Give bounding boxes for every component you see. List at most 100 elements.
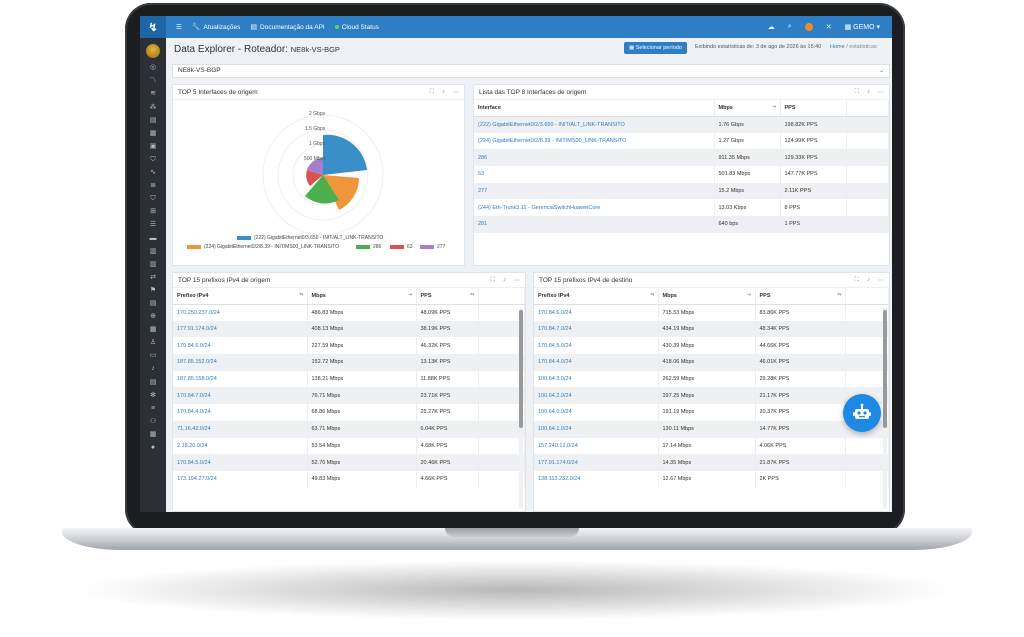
flag-icon[interactable]: ⚑ (148, 287, 158, 296)
column-header[interactable]: Prefixo IPv4 ⇆ (534, 288, 659, 305)
column-header[interactable]: Mbps ➔ (307, 288, 417, 305)
table-row[interactable]: 286 911.35 Mbps 129.33K PPS (474, 149, 889, 167)
avatar[interactable] (146, 44, 160, 58)
table-row[interactable]: 100.64.3.0/24 262.59 Mbps 29.28K PPS (534, 370, 889, 388)
terminal-icon[interactable]: ▣ (148, 143, 158, 152)
table-row[interactable]: 170.84.4.0/24 68.86 Mbps 25.27K PPS (173, 404, 525, 421)
grid-icon[interactable]: ▦ (148, 326, 158, 335)
gear-icon[interactable]: ✻ (148, 392, 158, 401)
cloud-icon[interactable]: ☁ (768, 23, 775, 31)
column-header[interactable]: Interface (474, 100, 715, 117)
bell-icon[interactable]: ♪ (503, 277, 506, 284)
table-row[interactable]: 177.91.174.0/24 14.35 Mbps 21.87K PPS (534, 454, 889, 471)
tools-icon[interactable]: ✕ (826, 23, 832, 31)
table-row[interactable]: 170.84.7.0/24 434.19 Mbps 48.34K PPS (534, 320, 889, 338)
column-header[interactable]: Prefixo IPv4 ⇆ (173, 288, 308, 305)
table-row[interactable]: 63 501.83 Mbps 147.77K PPS (474, 166, 889, 183)
table-row[interactable]: 173.194.27.0/24 49.83 Mbps 4.66K PPS (173, 470, 525, 488)
table-row[interactable]: 187.85.158.0/24 138.21 Mbps 11.88K PPS (173, 370, 525, 388)
table-row[interactable]: 170.84.5.0/24 52.76 Mbps 20.46K PPS (173, 454, 525, 471)
scrollbar[interactable] (519, 308, 523, 508)
book-icon[interactable]: ▤ (148, 300, 158, 309)
table-row[interactable]: 170.250.237.0/24 486.83 Mbps 48.09K PPS (173, 304, 525, 321)
chatbot-button[interactable] (843, 394, 881, 432)
column-header[interactable]: PPS ⇆ (755, 288, 846, 305)
notification-icon[interactable] (804, 23, 813, 31)
column-header[interactable]: PPS (780, 100, 847, 117)
table-row[interactable]: 2.18.20.0/24 53.54 Mbps 4.68K PPS (173, 437, 525, 455)
list-icon[interactable]: ≣ (148, 182, 158, 191)
shield-icon[interactable]: ⛉ (148, 156, 158, 165)
car-icon[interactable]: ▬ (148, 235, 158, 244)
pie-slice-222[interactable] (323, 134, 367, 175)
legend-item[interactable]: (224) GigabitEthernet0/2/8.39 - INIT/MS0… (187, 244, 339, 250)
table-row[interactable]: 138.113.232.0/24 12.67 Mbps 2K PPS (534, 470, 889, 488)
user-menu[interactable]: ▦ GEMO ▾ (845, 23, 880, 31)
calendar-icon[interactable]: ▦ (148, 130, 158, 139)
bell-icon[interactable]: ♪ (442, 89, 445, 96)
breadcrumb-home[interactable]: Home (830, 44, 845, 50)
expand-icon[interactable]: ⛶ (855, 277, 859, 284)
table-row[interactable]: 100.64.0.0/24 191.19 Mbps 20.37K PPS (534, 404, 889, 421)
network-icon[interactable]: ⊞ (148, 208, 158, 217)
table-row[interactable]: 170.84.5.0/24 430.39 Mbps 44.66K PPS (534, 337, 889, 355)
menu-toggle-icon[interactable]: ☰ (176, 23, 182, 31)
legend-item[interactable]: (222) GigabitEthernet0/3.650 - INIT/ALT_… (237, 235, 383, 241)
antenna-icon[interactable]: ⁂ (148, 104, 158, 113)
more-icon[interactable]: ⋯ (514, 277, 520, 284)
table-row[interactable]: (244) Eth-Trunk3.11 - GerenciaSwitchHuaw… (474, 199, 889, 217)
router-select[interactable]: NE8k-VS-BGP ⌄ (172, 64, 890, 78)
folder-icon[interactable]: ▭ (148, 352, 158, 361)
api-docs-link[interactable]: ▤ Documentação da API (250, 23, 324, 32)
more-icon[interactable]: ⋯ (878, 89, 884, 96)
updates-link[interactable]: 🔧 Atualizações (192, 23, 241, 32)
table-row[interactable]: 100.64.1.0/24 130.11 Mbps 14.77K PPS (534, 420, 889, 438)
user-icon[interactable]: ♙ (148, 339, 158, 348)
dashboard-icon[interactable]: ◎ (148, 64, 158, 73)
people-icon[interactable]: ⚇ (148, 418, 158, 427)
table-row[interactable]: 170.84.7.0/24 76.71 Mbps 23.71K PPS (173, 387, 525, 405)
table-row[interactable]: 170.84.6.0/24 227.59 Mbps 46.32K PPS (173, 337, 525, 355)
table-row[interactable]: 71.16.42.0/24 63.71 Mbps 6.04K PPS (173, 420, 525, 438)
rows-icon[interactable]: ☰ (148, 221, 158, 230)
pulse-icon[interactable]: ∿ (148, 169, 158, 178)
globe-icon[interactable]: ⊕ (148, 313, 158, 322)
chart-icon[interactable]: 〽 (148, 77, 158, 86)
box-icon[interactable]: ▦ (148, 431, 158, 440)
scrollbar[interactable] (883, 308, 887, 508)
legend-item[interactable]: 277 (420, 244, 445, 250)
file-icon[interactable]: ▤ (148, 117, 158, 126)
table-row[interactable]: 281 640 bps 1 PPS (474, 216, 889, 233)
scrollbar-thumb[interactable] (883, 310, 887, 428)
expand-icon[interactable]: ⛶ (855, 89, 859, 96)
shield-alt-icon[interactable]: ⛉ (148, 195, 158, 204)
select-period-button[interactable]: ▦ Selecionar período (624, 42, 687, 54)
lines-icon[interactable]: ≡ (148, 405, 158, 414)
expand-icon[interactable]: ⛶ (491, 277, 495, 284)
table-row[interactable]: 100.64.2.0/24 197.25 Mbps 21.17K PPS (534, 387, 889, 405)
table-row[interactable]: 157.240.12.0/24 17.14 Mbps 4.06K PPS (534, 437, 889, 455)
table-row[interactable]: 277 15.2 Mbps 2.11K PPS (474, 182, 889, 200)
cloud-status-link[interactable]: Cloud Status (334, 24, 379, 31)
database-icon[interactable]: ▤ (148, 379, 158, 388)
table-row[interactable]: 187.85.152.0/24 152.72 Mbps 13.13K PPS (173, 354, 525, 371)
circle-icon[interactable]: ● (148, 444, 158, 453)
table-row[interactable]: (224) GigabitEthernet0/2/8.39 - INIT/MS0… (474, 132, 889, 150)
table-row[interactable]: 170.84.6.0/24 715.53 Mbps 83.86K PPS (534, 304, 889, 321)
expand-icon[interactable]: ⛶ (430, 89, 434, 96)
column-header[interactable]: Mbps ➔ (658, 288, 756, 305)
table-row[interactable]: 170.84.4.0/24 418.06 Mbps 46.01K PPS (534, 354, 889, 371)
app-logo[interactable]: ↯ (140, 16, 166, 38)
column-header[interactable]: Mbps ➔ (714, 100, 781, 117)
scrollbar-thumb[interactable] (519, 310, 523, 428)
bell-icon[interactable]: ♪ (148, 365, 158, 374)
bell-icon[interactable]: ♪ (867, 89, 870, 96)
wifi-icon[interactable]: ≋ (148, 90, 158, 99)
bell-icon[interactable]: ♪ (867, 277, 870, 284)
table-row[interactable]: (222) GigabitEthernet0/2/3.650 - INIT/AL… (474, 116, 889, 133)
more-icon[interactable]: ⋯ (878, 277, 884, 284)
server-icon[interactable]: ▥ (148, 248, 158, 257)
legend-item[interactable]: 286 (356, 244, 381, 250)
legend-item[interactable]: 63 (390, 244, 413, 250)
stack-icon[interactable]: ▥ (148, 261, 158, 270)
